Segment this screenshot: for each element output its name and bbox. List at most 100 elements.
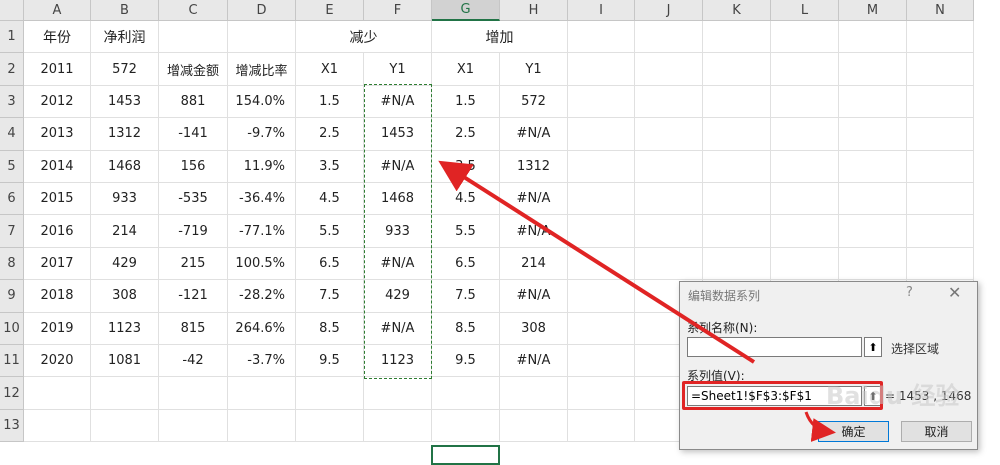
column-header-e[interactable]: E: [296, 0, 364, 21]
column-header-d[interactable]: D: [228, 0, 296, 21]
cell-i13[interactable]: [568, 409, 635, 443]
table-cell[interactable]: 2019: [24, 312, 91, 345]
table-cell[interactable]: 2018: [24, 280, 91, 313]
cell-l6[interactable]: [771, 183, 839, 216]
cell-n2[interactable]: [907, 53, 974, 86]
table-cell[interactable]: #N/A: [364, 312, 432, 345]
cell-g12[interactable]: [432, 377, 500, 410]
cell-d1[interactable]: [228, 21, 296, 54]
table-cell[interactable]: 1123: [91, 312, 159, 345]
table-cell[interactable]: 5.5: [432, 215, 500, 248]
column-header-c[interactable]: C: [159, 0, 228, 21]
table-cell[interactable]: 815: [159, 312, 228, 345]
table-cell[interactable]: 1468: [364, 183, 432, 216]
table-cell[interactable]: 3.5: [296, 150, 364, 183]
table-cell[interactable]: 214: [500, 247, 568, 281]
cell-g2[interactable]: X1: [432, 53, 500, 86]
table-cell[interactable]: #N/A: [500, 118, 568, 151]
cell-k7[interactable]: [703, 215, 771, 248]
table-cell[interactable]: 429: [91, 247, 159, 281]
cell-l8[interactable]: [771, 247, 839, 281]
table-cell[interactable]: -141: [159, 118, 228, 151]
table-cell[interactable]: 4.5: [296, 183, 364, 216]
cell-l4[interactable]: [771, 118, 839, 151]
cell-f2[interactable]: Y1: [364, 53, 432, 86]
cell-i6[interactable]: [568, 183, 635, 216]
cell-m7[interactable]: [839, 215, 907, 248]
table-cell[interactable]: 100.5%: [228, 247, 296, 281]
close-icon[interactable]: ✕: [948, 283, 961, 302]
table-cell[interactable]: 215: [159, 247, 228, 281]
cell-h13[interactable]: [500, 409, 568, 443]
cell-j1[interactable]: [635, 21, 703, 54]
cell-b13[interactable]: [91, 409, 159, 443]
table-cell[interactable]: 3.5: [432, 150, 500, 183]
table-cell[interactable]: -9.7%: [228, 118, 296, 151]
table-cell[interactable]: 1468: [91, 150, 159, 183]
table-cell[interactable]: 9.5: [432, 345, 500, 378]
table-cell[interactable]: -3.7%: [228, 345, 296, 378]
cell-b2[interactable]: 572: [91, 53, 159, 86]
row-header-11[interactable]: 11: [0, 345, 24, 378]
table-cell[interactable]: 6.5: [432, 247, 500, 281]
table-cell[interactable]: 2016: [24, 215, 91, 248]
table-cell[interactable]: -719: [159, 215, 228, 248]
table-cell[interactable]: #N/A: [500, 280, 568, 313]
column-header-m[interactable]: M: [839, 0, 907, 21]
column-header-h[interactable]: H: [500, 0, 568, 21]
table-cell[interactable]: 1453: [364, 118, 432, 151]
cell-l2[interactable]: [771, 53, 839, 86]
cell-n4[interactable]: [907, 118, 974, 151]
table-cell[interactable]: -36.4%: [228, 183, 296, 216]
cell-n7[interactable]: [907, 215, 974, 248]
table-cell[interactable]: #N/A: [500, 215, 568, 248]
table-cell[interactable]: #N/A: [500, 345, 568, 378]
row-header-1[interactable]: 1: [0, 21, 24, 54]
table-cell[interactable]: 7.5: [432, 280, 500, 313]
row-header-12[interactable]: 12: [0, 377, 24, 410]
cell-h12[interactable]: [500, 377, 568, 410]
table-cell[interactable]: -28.2%: [228, 280, 296, 313]
series-name-collapse-button[interactable]: ⬆: [864, 337, 882, 357]
cell-k2[interactable]: [703, 53, 771, 86]
cell-m5[interactable]: [839, 150, 907, 183]
cell-i3[interactable]: [568, 85, 635, 119]
row-header-9[interactable]: 9: [0, 280, 24, 313]
table-cell[interactable]: 8.5: [296, 312, 364, 345]
cell-i5[interactable]: [568, 150, 635, 183]
cell-f13[interactable]: [364, 409, 432, 443]
ok-button[interactable]: 确定: [818, 421, 889, 442]
cell-c2[interactable]: 增减金额: [159, 53, 228, 86]
cell-m2[interactable]: [839, 53, 907, 86]
cell-m3[interactable]: [839, 85, 907, 119]
cell-c1[interactable]: [159, 21, 228, 54]
merged-cell-g1[interactable]: 增加: [432, 21, 568, 54]
table-cell[interactable]: 2012: [24, 85, 91, 119]
cell-n3[interactable]: [907, 85, 974, 119]
select-all-corner[interactable]: [0, 0, 24, 21]
table-cell[interactable]: 1312: [91, 118, 159, 151]
cell-m8[interactable]: [839, 247, 907, 281]
active-cell[interactable]: [431, 445, 500, 465]
table-cell[interactable]: 2.5: [296, 118, 364, 151]
table-cell[interactable]: 572: [500, 85, 568, 119]
row-header-8[interactable]: 8: [0, 247, 24, 281]
row-header-13[interactable]: 13: [0, 409, 24, 443]
cell-l7[interactable]: [771, 215, 839, 248]
cell-c13[interactable]: [159, 409, 228, 443]
cell-c12[interactable]: [159, 377, 228, 410]
table-cell[interactable]: 933: [91, 183, 159, 216]
row-header-3[interactable]: 3: [0, 85, 24, 119]
table-cell[interactable]: 154.0%: [228, 85, 296, 119]
merged-cell-e1[interactable]: 减少: [296, 21, 432, 54]
cell-e2[interactable]: X1: [296, 53, 364, 86]
table-cell[interactable]: 2013: [24, 118, 91, 151]
cell-e12[interactable]: [296, 377, 364, 410]
column-header-l[interactable]: L: [771, 0, 839, 21]
row-header-6[interactable]: 6: [0, 183, 24, 216]
help-icon[interactable]: ?: [906, 285, 913, 300]
cell-n1[interactable]: [907, 21, 974, 54]
table-cell[interactable]: -42: [159, 345, 228, 378]
table-cell[interactable]: 2017: [24, 247, 91, 281]
column-header-k[interactable]: K: [703, 0, 771, 21]
